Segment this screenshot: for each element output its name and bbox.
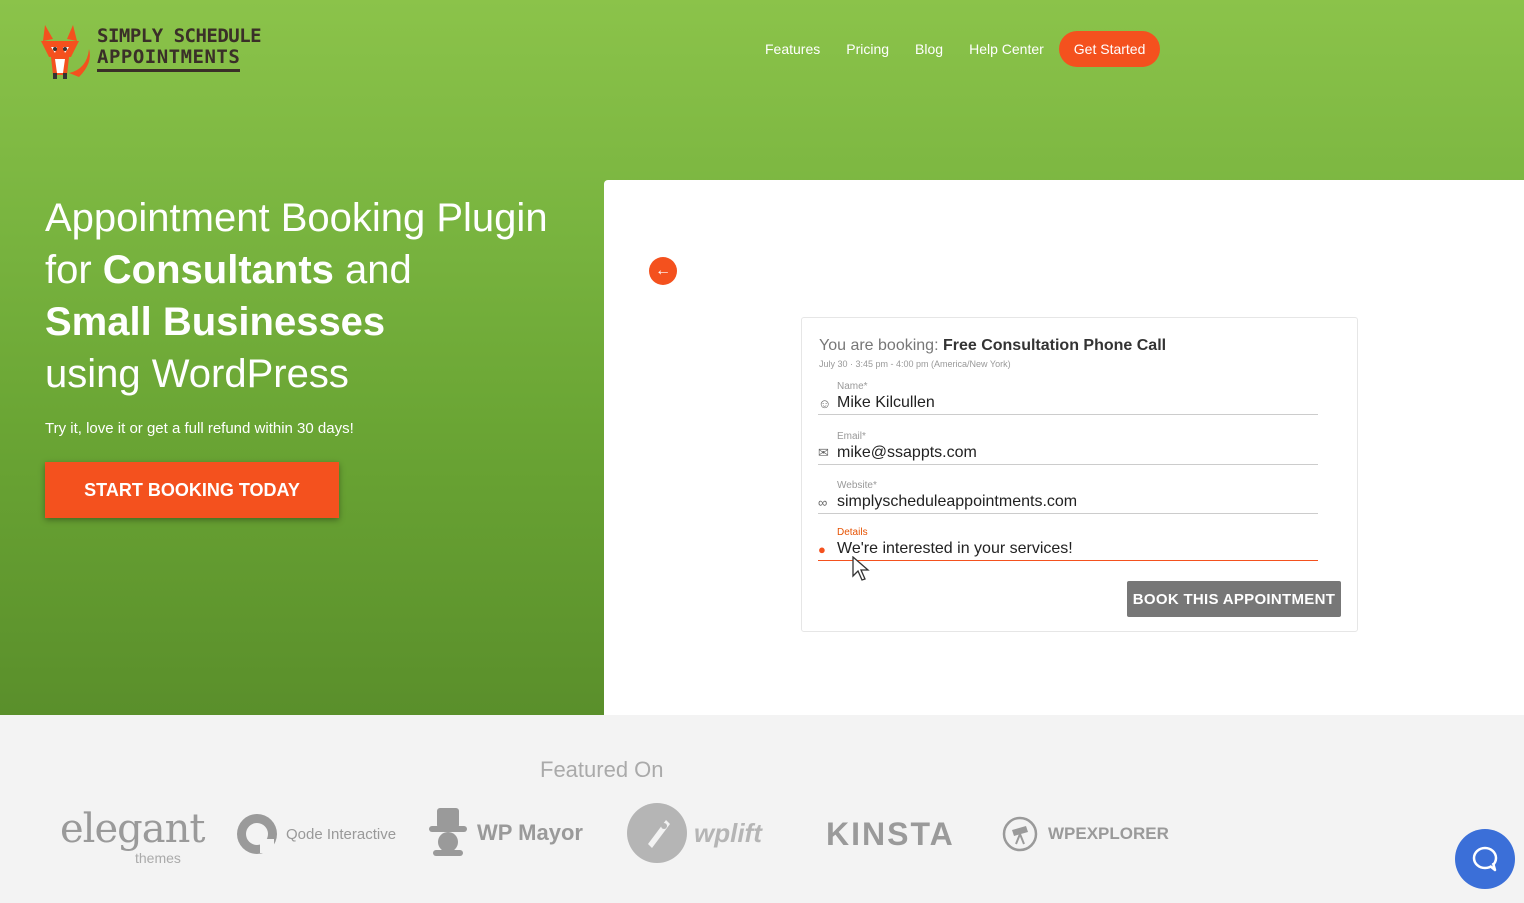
- qode-interactive-logo: Qode Interactive: [236, 812, 396, 856]
- hero-subtitle: Try it, love it or get a full refund wit…: [45, 420, 354, 437]
- nav-features-link[interactable]: Features: [765, 41, 820, 57]
- book-appointment-button[interactable]: BOOK THIS APPOINTMENT: [1127, 581, 1341, 617]
- telescope-icon: [1002, 816, 1038, 852]
- rocket-circle-icon: [627, 803, 687, 863]
- start-booking-button[interactable]: START BOOKING TODAY: [45, 462, 339, 518]
- name-label: Name*: [837, 381, 868, 392]
- nav-help-center-link[interactable]: Help Center: [969, 41, 1044, 57]
- email-label: Email*: [837, 431, 866, 442]
- nav-blog-link[interactable]: Blog: [915, 41, 943, 57]
- booking-title: You are booking: Free Consultation Phone…: [819, 337, 1167, 354]
- site-logo[interactable]: SIMPLY SCHEDULE APPOINTMENTS: [37, 18, 265, 80]
- chat-launcher-button[interactable]: [1455, 829, 1515, 889]
- featured-brands-row: elegant themes Qode Interactive WP Mayor…: [0, 800, 1200, 870]
- link-icon: ∞: [818, 494, 828, 510]
- email-value: mike@ssappts.com: [837, 444, 977, 461]
- chat-bubble-icon: [1472, 846, 1498, 872]
- logo-text-line2: APPOINTMENTS: [97, 47, 241, 72]
- headline-line4: using WordPress: [45, 352, 349, 396]
- nav-pricing-link[interactable]: Pricing: [846, 41, 889, 57]
- wp-mayor-logo: WP Mayor: [427, 808, 583, 858]
- booking-form-card: You are booking: Free Consultation Phone…: [801, 317, 1358, 632]
- qode-circle-icon: [237, 814, 277, 854]
- fox-logo-icon: [37, 19, 97, 79]
- website-field[interactable]: Website* ∞ simplyscheduleappointments.co…: [818, 480, 1318, 514]
- wplift-logo: wplift: [626, 802, 762, 864]
- name-field[interactable]: Name* ☺ Mike Kilcullen: [818, 381, 1318, 415]
- wpexplorer-logo: WPEXPLORER: [1002, 814, 1169, 854]
- booking-time: July 30 · 3:45 pm - 4:00 pm (America/New…: [819, 359, 1011, 369]
- info-icon: ●: [818, 541, 826, 557]
- elegant-themes-logo: elegant themes: [60, 806, 205, 866]
- kinsta-logo: kinsta: [826, 815, 955, 852]
- featured-on-title: Featured On: [540, 757, 664, 782]
- name-value: Mike Kilcullen: [837, 394, 935, 411]
- website-label: Website*: [837, 480, 877, 491]
- logo-text-line1: SIMPLY SCHEDULE: [97, 24, 262, 47]
- user-icon: ☺: [818, 395, 832, 411]
- arrow-left-icon: ←: [655, 262, 671, 279]
- hero-headline: Appointment Booking Plugin for Consultan…: [45, 192, 585, 400]
- headline-line1: Appointment Booking Plugin: [45, 196, 548, 240]
- details-value: We're interested in your services!: [837, 540, 1073, 557]
- back-arrow-button[interactable]: ←: [649, 257, 677, 285]
- details-field[interactable]: Details ● We're interested in your servi…: [818, 527, 1318, 561]
- headline-line2: for Consultants and: [45, 248, 412, 292]
- website-value: simplyscheduleappointments.com: [837, 493, 1078, 510]
- headline-line3: Small Businesses: [45, 300, 386, 344]
- mail-icon: ✉: [818, 445, 829, 460]
- main-nav: Features Pricing Blog Help Center Get St…: [752, 30, 1173, 67]
- get-started-button[interactable]: Get Started: [1058, 30, 1161, 67]
- email-field[interactable]: Email* ✉ mike@ssappts.com: [818, 431, 1318, 465]
- booking-demo-panel: ← You are booking: Free Consultation Pho…: [604, 180, 1524, 715]
- mouse-cursor-icon: [852, 555, 870, 587]
- hero-section: SIMPLY SCHEDULE APPOINTMENTS Features Pr…: [0, 0, 1524, 715]
- details-label: Details: [837, 527, 868, 538]
- top-hat-icon: [429, 808, 467, 856]
